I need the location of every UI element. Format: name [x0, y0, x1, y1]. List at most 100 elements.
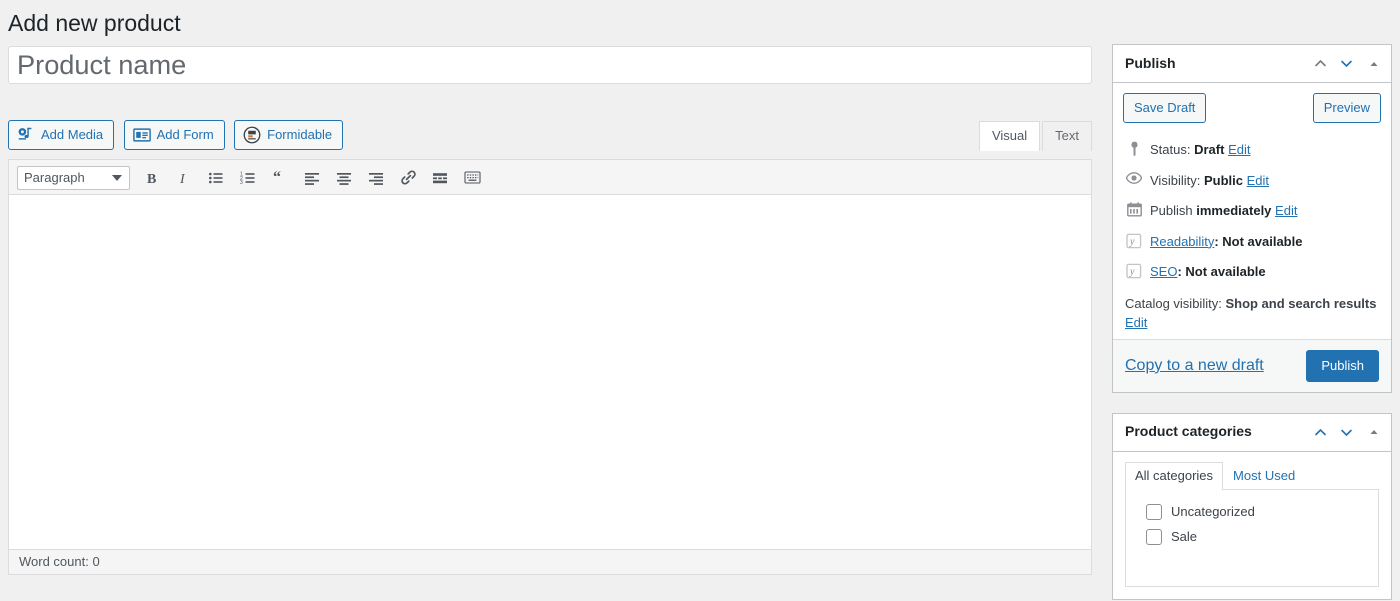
- move-up-icon[interactable]: [1307, 414, 1333, 450]
- visibility-edit-link[interactable]: Edit: [1247, 173, 1269, 188]
- collapse-toggle-icon[interactable]: [1359, 414, 1389, 450]
- add-media-icon: [17, 126, 35, 144]
- seo-value: : Not available: [1177, 264, 1266, 279]
- product-name-input[interactable]: [8, 46, 1092, 84]
- bold-icon[interactable]: B: [138, 165, 166, 191]
- readability-row: y Readability: Not available: [1125, 227, 1379, 258]
- publish-actions: Save Draft Preview Status: Draft Edit Vi…: [1113, 83, 1391, 392]
- preview-button[interactable]: Preview: [1312, 93, 1381, 123]
- tab-most-used[interactable]: Most Used: [1223, 462, 1305, 490]
- status-row: Status: Draft Edit: [1125, 135, 1379, 166]
- formidable-icon: [243, 126, 261, 144]
- schedule-value: immediately: [1196, 203, 1272, 218]
- add-media-button[interactable]: Add Media: [8, 120, 115, 150]
- move-down-icon[interactable]: [1333, 46, 1359, 82]
- add-form-button[interactable]: Add Form: [123, 120, 225, 150]
- catalog-visibility-value: Shop and search results: [1225, 295, 1377, 311]
- svg-text:3: 3: [240, 180, 243, 186]
- tab-text[interactable]: Text: [1042, 121, 1092, 151]
- seo-label: SEO: Not available: [1150, 262, 1266, 282]
- seo-link[interactable]: SEO: [1150, 264, 1177, 279]
- svg-text:I: I: [179, 172, 186, 186]
- checkbox-uncategorized[interactable]: [1146, 503, 1162, 520]
- word-count-status: Word count: 0: [9, 549, 1091, 574]
- svg-text:y: y: [1129, 236, 1135, 247]
- major-publishing-actions: Copy to a new draft Publish: [1113, 338, 1391, 392]
- publish-postbox: Publish Save Draft Preview Status: Draft…: [1112, 44, 1392, 393]
- schedule-edit-link[interactable]: Edit: [1275, 203, 1297, 218]
- formidable-label: Formidable: [267, 127, 333, 142]
- categories-tabs: All categories Most Used: [1125, 461, 1379, 490]
- minor-publishing-actions: Save Draft Preview: [1113, 83, 1391, 135]
- svg-text:B: B: [147, 172, 156, 186]
- status-value: Draft: [1194, 142, 1225, 157]
- eye-icon: [1125, 171, 1143, 184]
- publish-postbox-header: Publish: [1113, 45, 1391, 83]
- collapse-toggle-icon[interactable]: [1359, 46, 1389, 82]
- content-editor: Paragraph B I 1 2 3 “ Word count: 0: [8, 159, 1092, 575]
- yoast-icon: y: [1125, 262, 1143, 279]
- misc-publishing-actions: Status: Draft Edit Visibility: Public Ed…: [1113, 135, 1391, 339]
- category-label: Uncategorized: [1171, 503, 1255, 519]
- svg-text:“: “: [273, 170, 281, 186]
- media-buttons-row: Add Media Add Form Formidable Visual Tex…: [8, 120, 1092, 151]
- move-up-icon[interactable]: [1307, 46, 1333, 82]
- bulleted-list-icon[interactable]: [202, 165, 230, 191]
- align-left-icon[interactable]: [298, 165, 326, 191]
- readability-value: : Not available: [1214, 233, 1303, 249]
- categories-postbox-title: Product categories: [1125, 423, 1252, 440]
- sidebar-column: Publish Save Draft Preview Status: Draft…: [1112, 44, 1392, 601]
- list-item: Sale: [1138, 525, 1366, 550]
- tab-visual[interactable]: Visual: [978, 121, 1041, 151]
- visibility-row: Visibility: Public Edit: [1125, 166, 1379, 197]
- schedule-label: Publish immediately Edit: [1150, 203, 1298, 218]
- paragraph-format-select[interactable]: Paragraph: [17, 165, 130, 190]
- editor-mode-tabs: Visual Text: [977, 121, 1092, 151]
- page-title: Add new product: [8, 10, 181, 36]
- publish-button[interactable]: Publish: [1306, 349, 1379, 382]
- format-select-wrapper: Paragraph: [13, 165, 138, 190]
- categories-postbox-header: Product categories: [1113, 414, 1391, 452]
- product-categories-postbox: Product categories All categories Most U…: [1112, 412, 1392, 600]
- align-right-icon[interactable]: [362, 165, 390, 191]
- yoast-icon: y: [1125, 232, 1143, 249]
- admin-page: Add new product Add Media: [0, 0, 1400, 601]
- read-more-icon[interactable]: [426, 165, 454, 191]
- categories-checklist[interactable]: Uncategorized Sale: [1125, 488, 1379, 587]
- catalog-visibility-row: Catalog visibility: Shop and search resu…: [1125, 288, 1379, 335]
- catalog-visibility-label: Catalog visibility:: [1125, 295, 1222, 311]
- list-item: Uncategorized: [1138, 500, 1366, 525]
- catalog-visibility-edit-link[interactable]: Edit: [1125, 315, 1147, 330]
- editor-content-area[interactable]: [9, 195, 1091, 549]
- visibility-label: Visibility: Public Edit: [1150, 172, 1270, 188]
- status-edit-link[interactable]: Edit: [1228, 142, 1250, 157]
- toolbar-toggle-icon[interactable]: [458, 165, 486, 191]
- calendar-icon: [1125, 201, 1143, 217]
- readability-label: Readability: Not available: [1150, 232, 1302, 252]
- seo-row: y SEO: Not available: [1125, 257, 1379, 288]
- publish-postbox-title: Publish: [1125, 54, 1176, 71]
- italic-icon[interactable]: I: [170, 165, 198, 191]
- schedule-row: Publish immediately Edit: [1125, 196, 1379, 227]
- add-media-label: Add Media: [41, 127, 104, 142]
- add-form-icon: [132, 127, 151, 143]
- visibility-value: Public: [1203, 172, 1243, 188]
- move-down-icon[interactable]: [1333, 414, 1359, 450]
- align-center-icon[interactable]: [330, 165, 358, 191]
- pin-icon: [1125, 140, 1143, 156]
- save-draft-button[interactable]: Save Draft: [1123, 93, 1207, 123]
- main-column: Add Media Add Form: [8, 46, 1092, 575]
- status-label: Status: Draft Edit: [1150, 142, 1251, 157]
- numbered-list-icon[interactable]: 1 2 3: [234, 165, 262, 191]
- add-form-label: Add Form: [156, 127, 214, 142]
- categories-body: All categories Most Used Uncategorized S…: [1113, 452, 1391, 599]
- readability-link[interactable]: Readability: [1150, 234, 1214, 249]
- checkbox-sale[interactable]: [1146, 528, 1162, 545]
- copy-to-new-draft-link[interactable]: Copy to a new draft: [1125, 357, 1264, 375]
- formidable-button[interactable]: Formidable: [234, 120, 344, 150]
- tab-all-categories[interactable]: All categories: [1125, 461, 1224, 490]
- link-icon[interactable]: [394, 165, 422, 191]
- blockquote-icon[interactable]: “: [266, 165, 294, 191]
- category-label: Sale: [1171, 528, 1198, 544]
- svg-text:y: y: [1129, 267, 1135, 278]
